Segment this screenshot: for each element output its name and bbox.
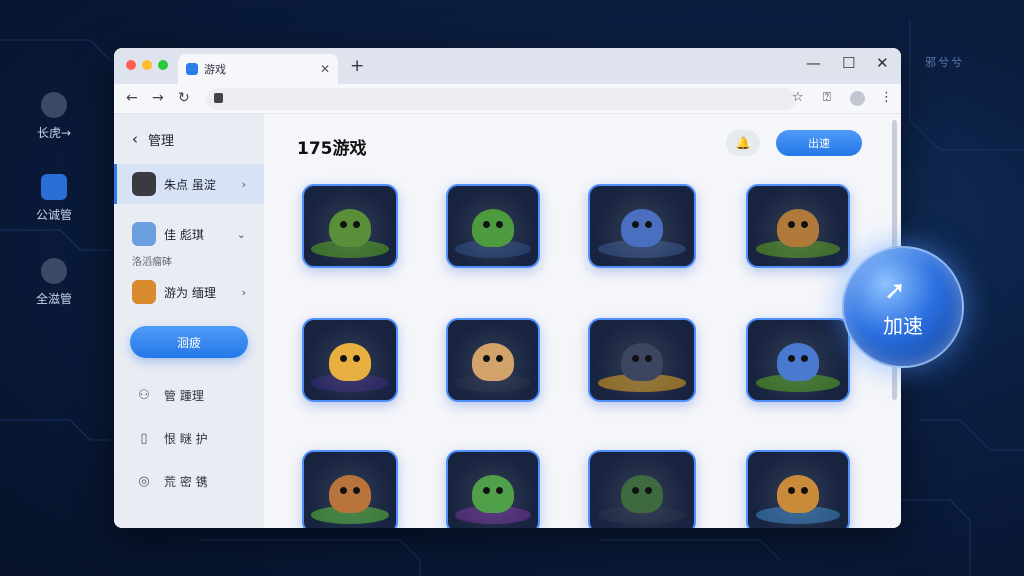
url-field[interactable]: [206, 88, 796, 110]
chevron-left-icon: ‹: [132, 130, 138, 148]
sidebar-item-label: 佳 彪琪: [164, 227, 204, 242]
chart-search-icon: [41, 174, 67, 200]
minimize-button[interactable]: —: [806, 54, 821, 72]
tab-games[interactable]: 游戏 ✕: [178, 54, 338, 84]
page-title: 175游戏: [297, 139, 367, 159]
reload-button[interactable]: ↻: [178, 90, 190, 106]
address-bar-row: ← → ↻ ☆ ⍰ ⋮: [114, 84, 901, 114]
game-character: [621, 208, 663, 247]
menu-icon[interactable]: ⋮: [880, 90, 893, 105]
chevron-down-icon: ⌄: [236, 227, 246, 241]
game-character: [621, 342, 663, 381]
avatar: [132, 222, 156, 246]
game-character: [329, 474, 371, 513]
sidebar-item-label: 游为 缅理: [164, 285, 216, 300]
leaf-icon: [41, 92, 67, 118]
minimize-dot[interactable]: [142, 60, 152, 70]
accelerate-bubble[interactable]: ➚ 加速: [842, 246, 964, 368]
corner-text: 邪兮兮: [925, 56, 964, 69]
game-tile[interactable]: [588, 184, 696, 268]
game-tile[interactable]: [746, 318, 850, 402]
sidebar-item-label: 朱点 虽淀: [164, 177, 216, 192]
desktop-item-label: 全滋管: [35, 292, 72, 306]
sidebar: ‹ 管理 朱点 虽淀 › 佳 彪琪 ⌄ 洛滔瘤砵 游为 缅理 › 洄疲 ⚇ 管 …: [114, 114, 264, 528]
sidebar-item-1[interactable]: 朱点 虽淀 ›: [114, 164, 264, 204]
accelerate-button[interactable]: 出速: [776, 130, 862, 156]
zoom-dot[interactable]: [158, 60, 168, 70]
sidebar-sub-label: 洛滔瘤砵: [132, 257, 172, 268]
close-tab-icon[interactable]: ✕: [320, 62, 330, 76]
sidebar-link-label: 管 踵理: [164, 389, 204, 403]
game-tile[interactable]: [302, 318, 398, 402]
desktop-item-2[interactable]: 公诚管: [24, 174, 84, 223]
tab-bar: 游戏 ✕ + — ☐ ✕: [114, 48, 901, 84]
new-tab-button[interactable]: +: [350, 56, 364, 76]
sidebar-link-2[interactable]: ▯ 恨 瞇 护: [114, 417, 264, 460]
chevron-right-icon: ›: [241, 285, 246, 299]
desktop-item-1[interactable]: 长虎→: [24, 92, 84, 141]
game-character: [777, 342, 819, 381]
game-character: [329, 342, 371, 381]
maximize-button[interactable]: ☐: [842, 54, 855, 72]
users-icon: ⚇: [138, 388, 150, 403]
avatar: [132, 280, 156, 304]
back-button[interactable]: ←: [126, 90, 138, 106]
game-character: [472, 208, 514, 247]
sidebar-item-3[interactable]: 游为 缅理 ›: [114, 272, 264, 312]
game-character: [621, 474, 663, 513]
sidebar-title: 管理: [148, 133, 175, 149]
close-window-button[interactable]: ✕: [876, 54, 889, 72]
game-tile[interactable]: [746, 450, 850, 528]
game-tile[interactable]: [446, 184, 540, 268]
desktop-item-label: 公诚管: [35, 208, 72, 222]
close-dot[interactable]: [126, 60, 136, 70]
gear-icon: [41, 258, 67, 284]
sidebar-item-2[interactable]: 佳 彪琪 ⌄: [114, 214, 264, 254]
browser-window: 游戏 ✕ + — ☐ ✕ ← → ↻ ☆ ⍰ ⋮ ‹ 管理 朱点 虽淀 › 佳 …: [114, 48, 901, 528]
eye-icon: ◎: [138, 474, 150, 489]
document-icon: ▯: [140, 431, 148, 446]
sidebar-link-label: 荒 密 镌: [164, 475, 208, 489]
desktop-item-3[interactable]: 全滋管: [24, 258, 84, 307]
game-tile[interactable]: [302, 184, 398, 268]
game-character: [472, 342, 514, 381]
profile-avatar[interactable]: [850, 91, 865, 106]
game-character: [777, 208, 819, 247]
sidebar-primary-button[interactable]: 洄疲: [130, 326, 248, 358]
sidebar-link-1[interactable]: ⚇ 管 踵理: [114, 374, 264, 417]
main-panel: 175游戏 🔔 出速: [264, 114, 901, 528]
page-content: ‹ 管理 朱点 虽淀 › 佳 彪琪 ⌄ 洛滔瘤砵 游为 缅理 › 洄疲 ⚇ 管 …: [114, 114, 901, 528]
game-character: [329, 208, 371, 247]
game-character: [777, 474, 819, 513]
game-character: [472, 474, 514, 513]
app-icon: [186, 63, 198, 75]
game-tile[interactable]: [446, 318, 540, 402]
game-tile[interactable]: [746, 184, 850, 268]
tab-title: 游戏: [204, 63, 226, 76]
desktop-item-label: 长虎→: [36, 126, 72, 140]
game-tile[interactable]: [588, 318, 696, 402]
sidebar-link-3[interactable]: ◎ 荒 密 镌: [114, 460, 264, 503]
extension-icon[interactable]: ⍰: [823, 90, 831, 105]
lock-icon: [214, 93, 223, 103]
sidebar-link-label: 恨 瞇 护: [164, 432, 208, 446]
sidebar-back[interactable]: ‹ 管理: [114, 114, 264, 164]
game-tile[interactable]: [302, 450, 398, 528]
avatar: [132, 172, 156, 196]
star-icon[interactable]: ☆: [792, 90, 804, 105]
game-tile[interactable]: [588, 450, 696, 528]
bell-icon[interactable]: 🔔: [726, 130, 760, 156]
bubble-label: 加速: [883, 314, 923, 338]
forward-button[interactable]: →: [152, 90, 164, 106]
speed-icon: ➚: [884, 276, 906, 306]
chevron-right-icon: ›: [241, 177, 246, 191]
game-tile[interactable]: [446, 450, 540, 528]
